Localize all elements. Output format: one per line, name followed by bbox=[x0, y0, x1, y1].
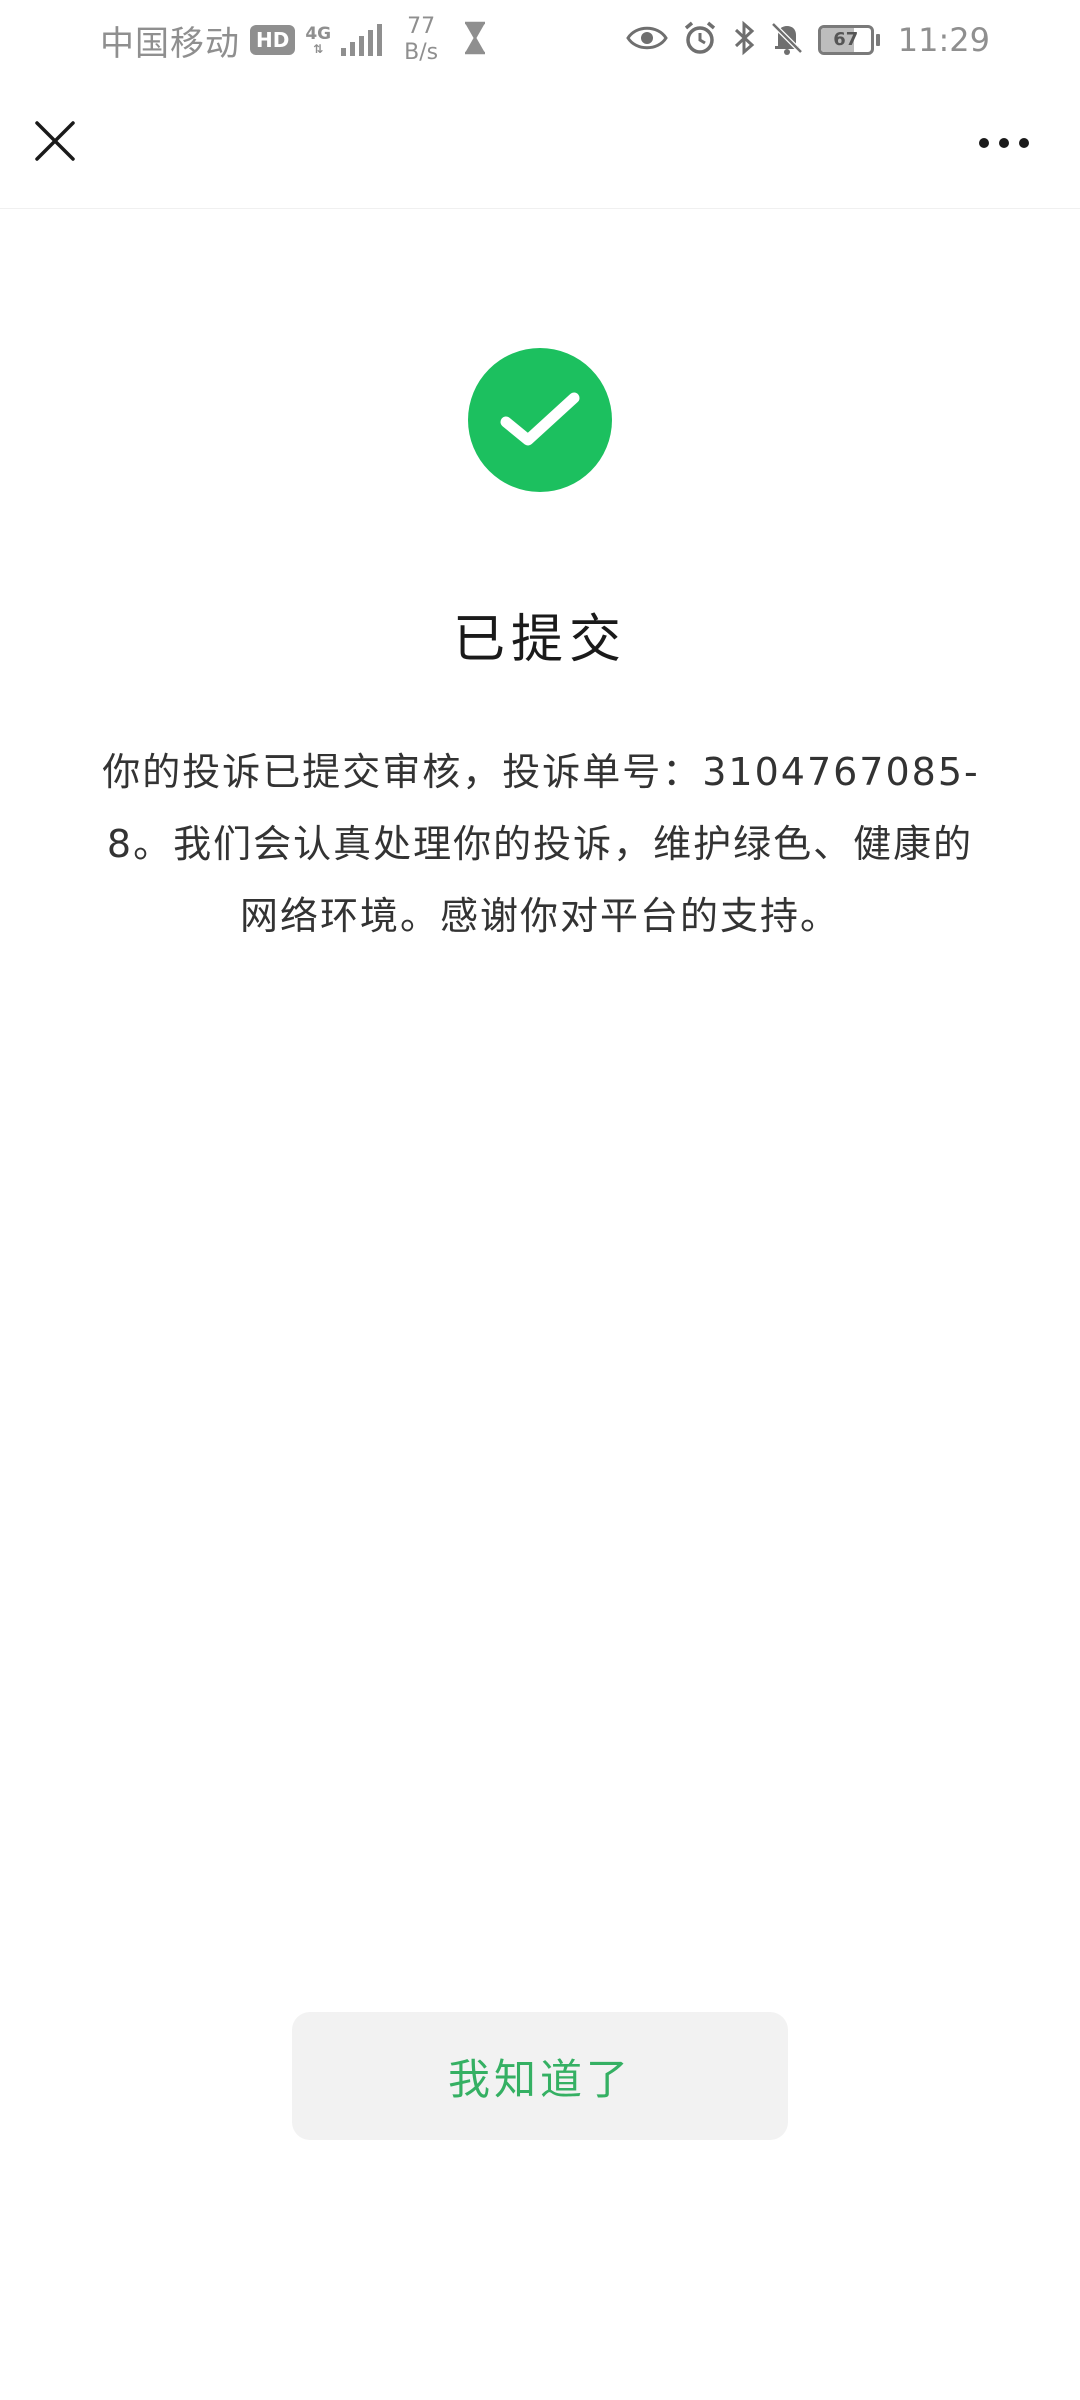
alarm-icon bbox=[682, 20, 718, 60]
hourglass-icon bbox=[462, 21, 488, 59]
signal-strength-icon bbox=[341, 24, 383, 56]
more-dots-icon bbox=[978, 134, 1030, 153]
status-bar: 中国移动 HD 4G ⇅ 77 B/s 67 11:29 bbox=[0, 0, 1080, 80]
battery-icon: 67 bbox=[817, 25, 880, 55]
network-type-icon: 4G ⇅ bbox=[305, 25, 331, 55]
data-arrows-icon: ⇅ bbox=[313, 42, 324, 56]
more-button[interactable] bbox=[964, 110, 1044, 176]
confirm-button[interactable]: 我知道了 bbox=[292, 2012, 788, 2140]
success-check-icon bbox=[468, 348, 612, 492]
data-speed: 77 B/s bbox=[404, 14, 438, 66]
bell-muted-icon bbox=[770, 20, 804, 60]
carrier-name: 中国移动 bbox=[100, 23, 240, 64]
status-bar-right: 67 11:29 bbox=[626, 12, 990, 68]
close-button[interactable] bbox=[22, 110, 88, 176]
battery-level: 67 bbox=[833, 29, 859, 50]
result-message: 你的投诉已提交审核，投诉单号：3104767085­8。我们会认真处理你的投诉，… bbox=[102, 750, 978, 938]
status-bar-left: 中国移动 HD 4G ⇅ 77 B/s bbox=[100, 12, 488, 68]
close-icon bbox=[34, 120, 76, 166]
eye-icon bbox=[626, 23, 668, 57]
status-time: 11:29 bbox=[897, 21, 990, 59]
network-type-label: 4G bbox=[305, 24, 332, 44]
data-speed-unit: B/s bbox=[404, 40, 439, 65]
data-speed-value: 77 bbox=[407, 14, 436, 39]
nav-bar bbox=[0, 80, 1080, 209]
hd-badge: HD bbox=[250, 25, 296, 55]
bluetooth-icon bbox=[732, 20, 756, 60]
page-title: 已提交 bbox=[452, 610, 627, 670]
